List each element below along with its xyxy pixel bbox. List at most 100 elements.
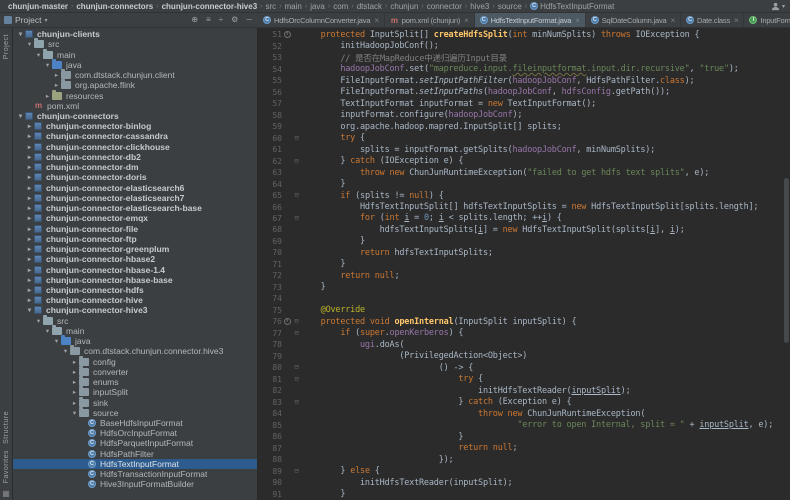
tree-item[interactable]: ▸chunjun-connector-dm (13, 162, 257, 172)
tree-item[interactable]: ▾chunjun-clients (13, 29, 257, 39)
tree-item[interactable]: ▾java (13, 60, 257, 70)
code-line[interactable]: 70 return hdfsTextInputSplits; (258, 247, 790, 258)
tool-window-switcher-icon[interactable]: ▦ (2, 489, 10, 498)
breadcrumb-item[interactable]: main (282, 2, 305, 11)
code-line[interactable]: 61 splits = inputFormat.getSplits(hadoop… (258, 144, 790, 155)
chevron-right-icon[interactable]: ▸ (25, 204, 34, 212)
code-line[interactable]: 56 FileInputFormat.setInputPaths(hadoopJ… (258, 86, 790, 97)
chevron-right-icon[interactable]: ▸ (70, 399, 79, 407)
code-line[interactable]: 63 throw new ChunJunRuntimeException("fa… (258, 167, 790, 178)
code-line[interactable]: 69 } (258, 236, 790, 247)
tree-item[interactable]: ▸converter (13, 367, 257, 377)
code-line[interactable]: 85 "error to open Internal, split = " + … (258, 419, 790, 430)
tree-item[interactable]: ▾src (13, 316, 257, 326)
tree-item[interactable]: ▸chunjun-connector-elasticsearch6 (13, 183, 257, 193)
chevron-down-icon[interactable]: ▾ (34, 317, 43, 325)
tree-item[interactable]: CBaseHdfsInputFormat (13, 418, 257, 428)
chevron-down-icon[interactable]: ▾ (52, 337, 61, 345)
code-line[interactable]: 87 return null; (258, 442, 790, 453)
tree-item[interactable]: CHdfsTextInputFormat (13, 459, 257, 469)
chevron-right-icon[interactable]: ▸ (25, 235, 34, 243)
tree-item[interactable]: ▸chunjun-connector-ftp (13, 234, 257, 244)
tool-window-button-project[interactable]: Project (3, 31, 10, 62)
editor-tab[interactable]: IInputFormat.class× (744, 13, 790, 27)
code-line[interactable]: 81⊟ try { (258, 374, 790, 385)
code-line[interactable]: 57 TextInputFormat inputFormat = new Tex… (258, 98, 790, 109)
tree-item[interactable]: ▸chunjun-connector-db2 (13, 152, 257, 162)
tree-item[interactable]: ▸inputSplit (13, 387, 257, 397)
tree-item[interactable]: ▸chunjun-connector-elasticsearch7 (13, 193, 257, 203)
breadcrumb-item[interactable]: src (263, 2, 280, 11)
override-marker-icon[interactable]: ↑ (284, 318, 291, 325)
code-line[interactable]: 79 (PrivilegedAction<Object>) (258, 351, 790, 362)
tree-item[interactable]: ▾com.dtstack.chunjun.connector.hive3 (13, 346, 257, 356)
fold-marker-icon[interactable]: ⊟ (292, 364, 301, 371)
settings-gear-icon[interactable]: ⚙ (231, 16, 238, 24)
code-line[interactable]: 67⊟ for (int i = 0; i < splits.length; +… (258, 213, 790, 224)
close-icon[interactable]: × (575, 16, 579, 25)
code-line[interactable]: 66 HdfsTextInputSplit[] hdfsTextInputSpl… (258, 201, 790, 212)
editor-tab[interactable]: CDate.class× (681, 13, 745, 27)
code-line[interactable]: 91 } (258, 488, 790, 499)
tree-item[interactable]: ▸enums (13, 377, 257, 387)
code-line[interactable]: 78 ugi.doAs( (258, 339, 790, 350)
tree-item[interactable]: ▸chunjun-connector-emqx (13, 213, 257, 223)
locate-file-icon[interactable]: ⊕ (191, 16, 198, 24)
fold-marker-icon[interactable]: ⊟ (292, 318, 301, 325)
code-line[interactable]: 71 } (258, 259, 790, 270)
chevron-right-icon[interactable]: ▸ (70, 368, 79, 376)
fold-marker-icon[interactable]: ⊟ (292, 158, 301, 165)
tree-item[interactable]: mpom.xml (13, 101, 257, 111)
code-line[interactable]: 73 } (258, 282, 790, 293)
fold-marker-icon[interactable]: ⊟ (292, 135, 301, 142)
tree-item[interactable]: CHdfsOrcInputFormat (13, 428, 257, 438)
tree-item[interactable]: CHdfsTransactionInputFormat (13, 469, 257, 479)
chevron-right-icon[interactable]: ▸ (25, 184, 34, 192)
tree-item[interactable]: ▸chunjun-connector-hive (13, 295, 257, 305)
tree-item[interactable]: CHdfsParquetInputFormat (13, 438, 257, 448)
chevron-right-icon[interactable]: ▸ (25, 245, 34, 253)
tree-item[interactable]: ▸chunjun-connector-hbase-base (13, 275, 257, 285)
tree-item[interactable]: CHive3InputFormatBuilder (13, 479, 257, 489)
code-line[interactable]: 77⊟ if (super.openKerberos) { (258, 328, 790, 339)
editor-tab[interactable]: CHdfsOrcColumnConverter.java× (258, 13, 385, 27)
code-line[interactable]: 84 throw new ChunJunRuntimeException( (258, 408, 790, 419)
chevron-right-icon[interactable]: ▸ (25, 194, 34, 202)
editor-tab[interactable]: CSqlDateColumn.java× (586, 13, 681, 27)
chevron-right-icon[interactable]: ▸ (25, 266, 34, 274)
chevron-down-icon[interactable]: ▾ (16, 112, 25, 120)
code-editor[interactable]: 51↑ protected InputSplit[] createHdfsSpl… (258, 28, 790, 500)
tree-item[interactable]: ▸config (13, 357, 257, 367)
tree-item[interactable]: ▸chunjun-connector-file (13, 223, 257, 233)
chevron-down-icon[interactable]: ▾ (70, 409, 79, 417)
close-icon[interactable]: × (671, 16, 675, 25)
chevron-down-icon[interactable]: ▾ (34, 51, 43, 59)
tree-item[interactable]: ▸chunjun-connector-hdfs (13, 285, 257, 295)
code-line[interactable]: 68 hdfsTextInputSplits[i] = new HdfsText… (258, 224, 790, 235)
breadcrumb-item[interactable]: CHdfsTextInputFormat (527, 2, 617, 11)
breadcrumb-item[interactable]: connector (424, 2, 465, 11)
user-menu[interactable]: ▾ (771, 2, 785, 11)
chevron-down-icon[interactable]: ▾ (25, 40, 34, 48)
chevron-down-icon[interactable]: ▾ (16, 30, 25, 38)
code-line[interactable]: 89⊟ } else { (258, 465, 790, 476)
code-line[interactable]: 86 } (258, 431, 790, 442)
chevron-right-icon[interactable]: ▸ (70, 388, 79, 396)
breadcrumb-item[interactable]: chunjun-connector-hive3 (159, 2, 261, 11)
fold-marker-icon[interactable]: ⊟ (292, 468, 301, 475)
chevron-down-icon[interactable]: ▾ (25, 306, 34, 314)
chevron-right-icon[interactable]: ▸ (70, 378, 79, 386)
tree-item[interactable]: ▸chunjun-connector-greenplum (13, 244, 257, 254)
tree-item[interactable]: ▾chunjun-connectors (13, 111, 257, 121)
close-icon[interactable]: × (374, 16, 378, 25)
tree-item[interactable]: ▾java (13, 336, 257, 346)
code-line[interactable]: 58 inputFormat.configure(hadoopJobConf); (258, 109, 790, 120)
chevron-down-icon[interactable]: ▾ (61, 347, 70, 355)
tree-item[interactable]: ▸chunjun-connector-binlog (13, 121, 257, 131)
fold-marker-icon[interactable]: ⊟ (292, 399, 301, 406)
code-line[interactable]: 72 return null; (258, 270, 790, 281)
tree-item[interactable]: ▸chunjun-connector-hbase-1.4 (13, 264, 257, 274)
override-marker-icon[interactable]: ↑ (284, 31, 291, 38)
chevron-right-icon[interactable]: ▸ (25, 255, 34, 263)
breadcrumb-item[interactable]: com (330, 2, 351, 11)
